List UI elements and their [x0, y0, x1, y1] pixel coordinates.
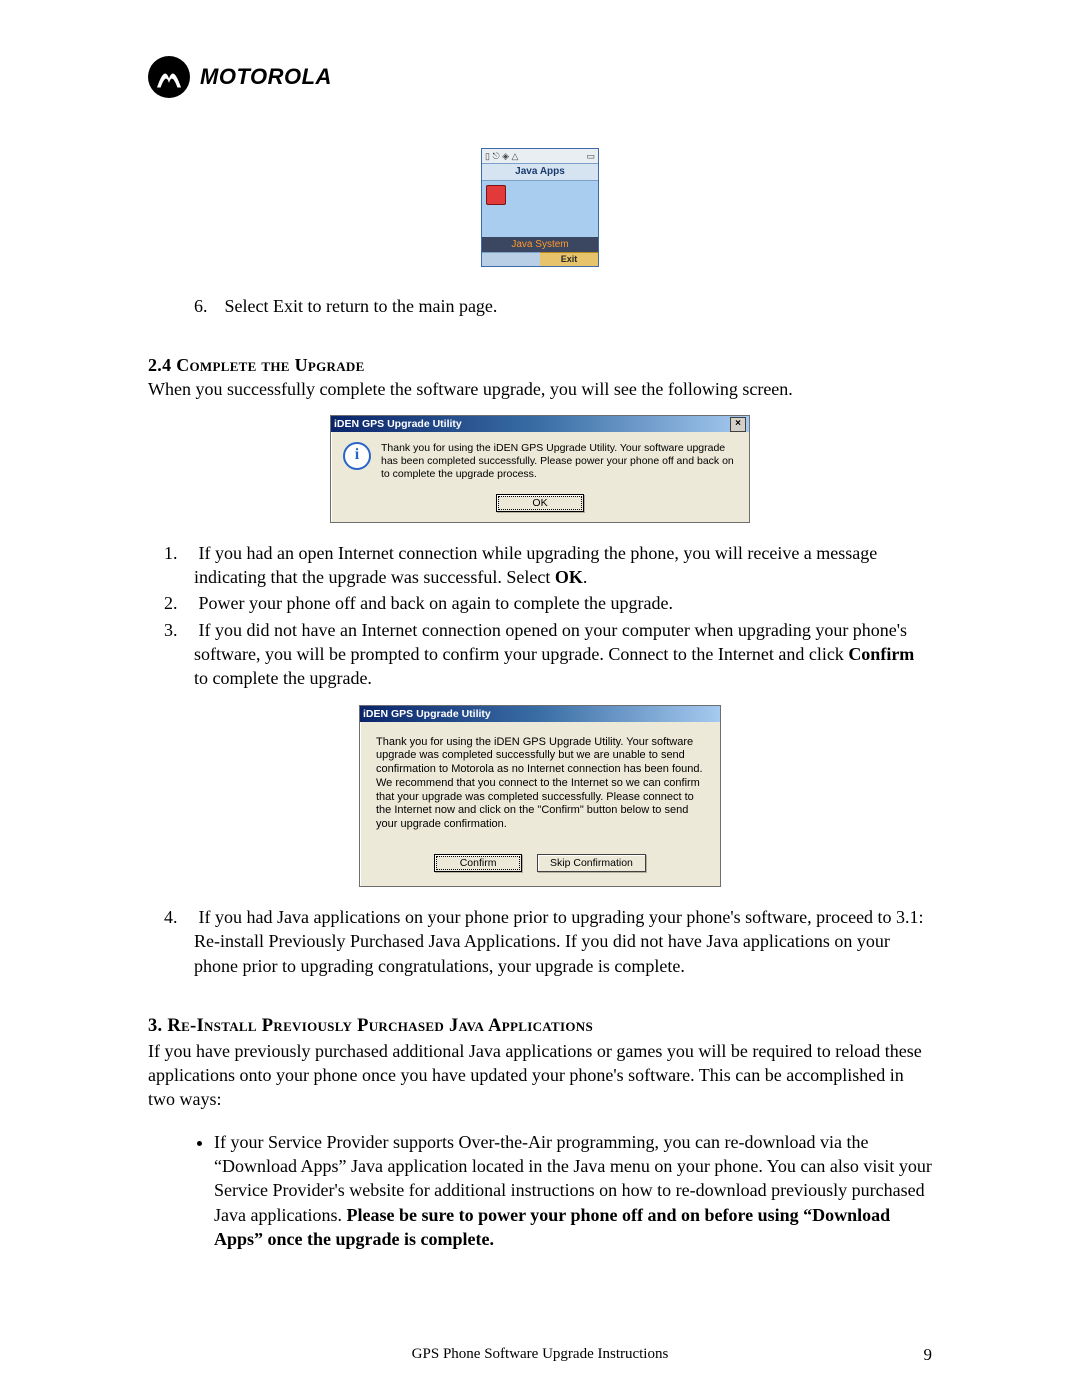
list-item: 1. If you had an open Internet connectio… [194, 541, 932, 590]
step-number: 6. [194, 294, 220, 318]
list-item: 2. Power your phone off and back on agai… [194, 591, 932, 615]
step-number: 2. [164, 591, 194, 615]
phone-app-title: Java Apps [482, 164, 598, 181]
success-dialog: iDEN GPS Upgrade Utility × i Thank you f… [330, 415, 750, 523]
section-2-4-intro: When you successfully complete the softw… [148, 379, 793, 399]
step4-text: If you had Java applications on your pho… [194, 907, 924, 976]
steps-2-4-list: 1. If you had an open Internet connectio… [148, 541, 932, 691]
confirm-dialog-body: Thank you for using the iDEN GPS Upgrade… [360, 722, 720, 886]
ok-button[interactable]: OK [496, 494, 584, 512]
step-number: 4. [164, 905, 194, 929]
skip-confirmation-button[interactable]: Skip Confirmation [537, 854, 646, 872]
confirm-dialog-message: Thank you for using the iDEN GPS Upgrade… [376, 736, 704, 832]
footer-text: GPS Phone Software Upgrade Instructions [0, 1346, 1080, 1363]
section-2-4-num: 2.4 [148, 355, 171, 375]
step-number: 1. [164, 541, 194, 565]
section-2-4: 2.4 Complete the Upgrade When you succes… [148, 353, 932, 402]
list-item: If your Service Provider supports Over-t… [214, 1130, 932, 1251]
phone-screenshot: ▯ ⎋ ◈ △ ▭ Java Apps Java System Exit [148, 148, 932, 272]
section-3-heading: 3. Re-Install Previously Purchased Java … [148, 1014, 932, 1039]
success-dialog-title: iDEN GPS Upgrade Utility [334, 416, 462, 432]
step-number: 3. [164, 618, 194, 642]
phone-status-left: ▯ ⎋ ◈ △ [485, 150, 518, 162]
brand-logo: MOTOROLA [148, 56, 932, 98]
section-2-4-title: Complete the Upgrade [176, 355, 364, 375]
step-4-list: 4. If you had Java applications on your … [148, 905, 932, 978]
step1-text-ok: OK [555, 567, 583, 587]
confirm-dialog: iDEN GPS Upgrade Utility Thank you for u… [359, 705, 721, 887]
close-icon[interactable]: × [730, 417, 746, 432]
brand-wordmark: MOTOROLA [200, 64, 332, 90]
phone-softkeys: Exit [482, 252, 598, 266]
confirm-button[interactable]: Confirm [434, 854, 522, 872]
section-3: 3. Re-Install Previously Purchased Java … [148, 1014, 932, 1251]
section-3-num: 3. [148, 1016, 167, 1036]
step3-text-confirm: Confirm [848, 644, 914, 664]
phone-app-icon [486, 185, 506, 205]
section-3-bullets: If your Service Provider supports Over-t… [148, 1130, 932, 1251]
section-3-title: Re-Install Previously Purchased Java App… [167, 1016, 593, 1036]
phone-softkey-exit: Exit [540, 252, 598, 266]
step6-text: Select Exit to return to the main page. [225, 296, 498, 316]
success-dialog-body: i Thank you for using the iDEN GPS Upgra… [331, 432, 749, 522]
success-dialog-titlebar: iDEN GPS Upgrade Utility × [331, 416, 749, 432]
phone-status-right: ▭ [586, 150, 595, 162]
phone-screen: ▯ ⎋ ◈ △ ▭ Java Apps Java System Exit [481, 148, 599, 267]
confirm-dialog-title: iDEN GPS Upgrade Utility [363, 706, 491, 722]
document-page: MOTOROLA ▯ ⎋ ◈ △ ▭ Java Apps Java System… [0, 0, 1080, 1397]
success-dialog-message: Thank you for using the iDEN GPS Upgrade… [381, 442, 737, 481]
step1-text-c: . [583, 567, 588, 587]
step3-text-a: If you did not have an Internet connecti… [194, 620, 907, 664]
phone-softkey-left [482, 252, 540, 266]
confirm-dialog-figure: iDEN GPS Upgrade Utility Thank you for u… [148, 705, 932, 887]
section-2-4-heading: 2.4 Complete the Upgrade [148, 355, 365, 375]
page-number: 9 [924, 1345, 933, 1365]
step3-text-c: to complete the upgrade. [194, 668, 372, 688]
confirm-dialog-titlebar: iDEN GPS Upgrade Utility [360, 706, 720, 722]
info-icon: i [343, 442, 371, 470]
step2-text: Power your phone off and back on again t… [199, 593, 674, 613]
list-item: 3. If you did not have an Internet conne… [194, 618, 932, 691]
phone-selected-item: Java System [482, 237, 598, 253]
success-dialog-figure: iDEN GPS Upgrade Utility × i Thank you f… [148, 415, 932, 523]
step1-text-a: If you had an open Internet connection w… [194, 543, 877, 587]
section-3-intro: If you have previously purchased additio… [148, 1039, 932, 1112]
motorola-batwing-icon [148, 56, 190, 98]
phone-body [482, 181, 598, 237]
body-content: ▯ ⎋ ◈ △ ▭ Java Apps Java System Exit 6. … [148, 148, 932, 1251]
phone-status-bar: ▯ ⎋ ◈ △ ▭ [482, 149, 598, 164]
step6: 6. Select Exit to return to the main pag… [194, 294, 932, 318]
list-item: 4. If you had Java applications on your … [194, 905, 932, 978]
